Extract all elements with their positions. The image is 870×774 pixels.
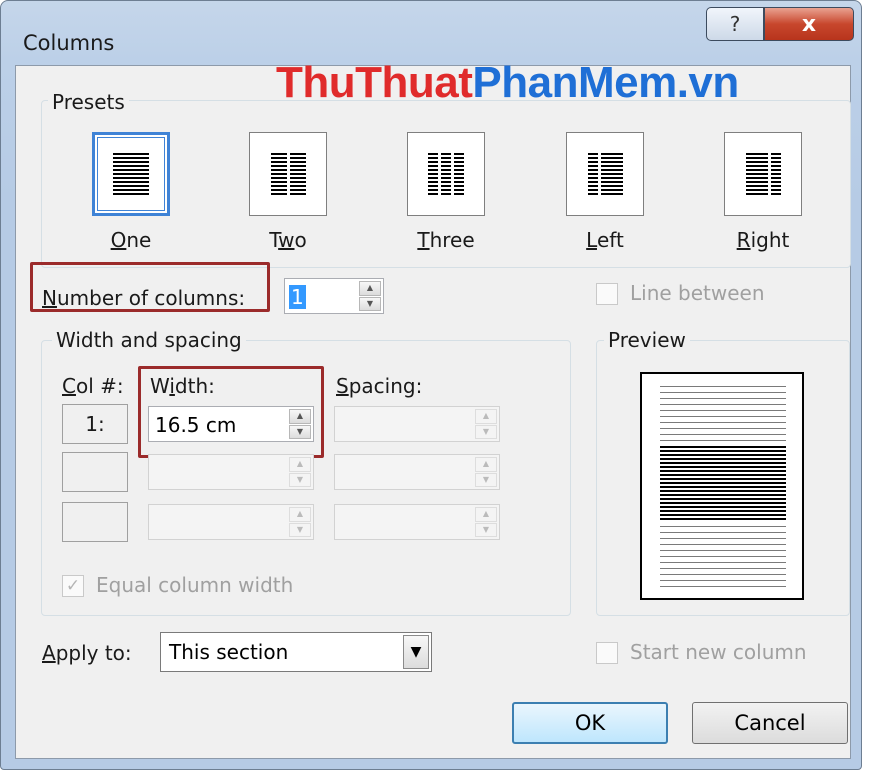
col-number-cell-3	[62, 502, 128, 542]
spacing-spinner-3-arrows: ▲ ▼	[475, 507, 497, 537]
width-spinner-3-arrows: ▲ ▼	[289, 507, 311, 537]
apply-to-value: This section	[169, 640, 289, 664]
spin-down-icon[interactable]: ▼	[289, 424, 311, 439]
dialog-window: Columns ? x Presets One Two Three Left R…	[0, 0, 862, 770]
help-button[interactable]: ?	[706, 7, 764, 41]
presets-group-label: Presets	[48, 91, 129, 113]
spin-down-icon[interactable]: ▼	[475, 472, 497, 487]
apply-to-select[interactable]: This section ▼	[160, 632, 432, 672]
spin-down-icon[interactable]: ▼	[289, 472, 311, 487]
preview-column-block	[660, 446, 786, 520]
spacing-header: Spacing:	[336, 374, 423, 398]
close-icon: x	[801, 11, 817, 37]
spin-up-icon[interactable]: ▲	[475, 409, 497, 424]
preset-right[interactable]	[724, 132, 802, 216]
watermark: ThuThuatPhanMem.vn	[276, 58, 739, 107]
help-icon: ?	[729, 12, 741, 36]
spacing-spinner-1[interactable]: ▲ ▼	[334, 406, 500, 442]
spin-up-icon[interactable]: ▲	[475, 457, 497, 472]
col-number-cell-1: 1:	[62, 404, 128, 444]
preset-right-label: Right	[736, 228, 790, 252]
cancel-button[interactable]: Cancel	[692, 702, 848, 744]
preview-text-lines-bottom	[660, 526, 786, 588]
line-between-label: Line between	[630, 281, 765, 305]
number-of-columns-value: 1	[289, 285, 306, 309]
preset-right-icon	[745, 153, 781, 195]
preset-one[interactable]	[92, 132, 170, 216]
preset-two-label: Two	[269, 228, 307, 252]
line-between-checkbox[interactable]	[596, 283, 618, 305]
spin-up-icon[interactable]: ▲	[475, 507, 497, 522]
number-of-columns-label: Number of columns:	[42, 286, 246, 310]
spin-down-icon[interactable]: ▼	[289, 522, 311, 537]
apply-to-label: Apply to:	[42, 641, 132, 665]
preset-two[interactable]	[249, 132, 327, 216]
width-spacing-group-label: Width and spacing	[52, 329, 246, 351]
col-number-header: Col #:	[62, 374, 124, 398]
spin-down-icon[interactable]: ▼	[359, 296, 381, 311]
width-spinner-1[interactable]: 16.5 cm ▲ ▼	[148, 406, 314, 442]
equal-column-width-label: Equal column width	[96, 573, 294, 597]
col-number-cell-2	[62, 452, 128, 492]
spacing-spinner-1-arrows: ▲ ▼	[475, 409, 497, 439]
number-of-columns-spinner[interactable]: 1 ▲ ▼	[284, 278, 384, 314]
equal-column-width-checkbox[interactable]: ✓	[62, 575, 84, 597]
width-spinner-1-arrows: ▲ ▼	[289, 409, 311, 439]
width-value-1: 16.5 cm	[155, 413, 237, 437]
spacing-spinner-2[interactable]: ▲ ▼	[334, 454, 500, 490]
spacing-spinner-2-arrows: ▲ ▼	[475, 457, 497, 487]
preset-left-label: Left	[586, 228, 624, 252]
spin-down-icon[interactable]: ▼	[475, 522, 497, 537]
check-icon: ✓	[65, 576, 81, 596]
spacing-spinner-3[interactable]: ▲ ▼	[334, 504, 500, 540]
spin-up-icon[interactable]: ▲	[289, 507, 311, 522]
preview-group-label: Preview	[604, 329, 690, 351]
window-title: Columns	[23, 31, 115, 55]
spin-up-icon[interactable]: ▲	[359, 281, 381, 296]
preset-one-label: One	[110, 228, 152, 252]
spin-up-icon[interactable]: ▲	[289, 457, 311, 472]
ok-button[interactable]: OK	[512, 702, 668, 744]
preview-text-lines-top	[660, 386, 786, 442]
start-new-column-checkbox[interactable]	[596, 642, 618, 664]
chevron-down-icon[interactable]: ▼	[403, 635, 429, 669]
preset-three-icon	[428, 153, 464, 195]
preset-three[interactable]	[407, 132, 485, 216]
spin-up-icon[interactable]: ▲	[289, 409, 311, 424]
preset-three-label: Three	[417, 228, 475, 252]
width-spinner-2-arrows: ▲ ▼	[289, 457, 311, 487]
start-new-column-label: Start new column	[630, 640, 807, 664]
preset-two-icon	[270, 153, 306, 195]
width-spinner-2[interactable]: ▲ ▼	[148, 454, 314, 490]
number-of-columns-arrows: ▲ ▼	[359, 281, 381, 311]
spin-down-icon[interactable]: ▼	[475, 424, 497, 439]
preset-left-icon	[587, 153, 623, 195]
preset-left[interactable]	[566, 132, 644, 216]
preset-one-icon	[113, 153, 149, 195]
width-spinner-3[interactable]: ▲ ▼	[148, 504, 314, 540]
close-button[interactable]: x	[764, 7, 854, 41]
preview-page	[640, 372, 804, 600]
dialog-client-area: Presets One Two Three Left Right Number …	[15, 65, 851, 759]
